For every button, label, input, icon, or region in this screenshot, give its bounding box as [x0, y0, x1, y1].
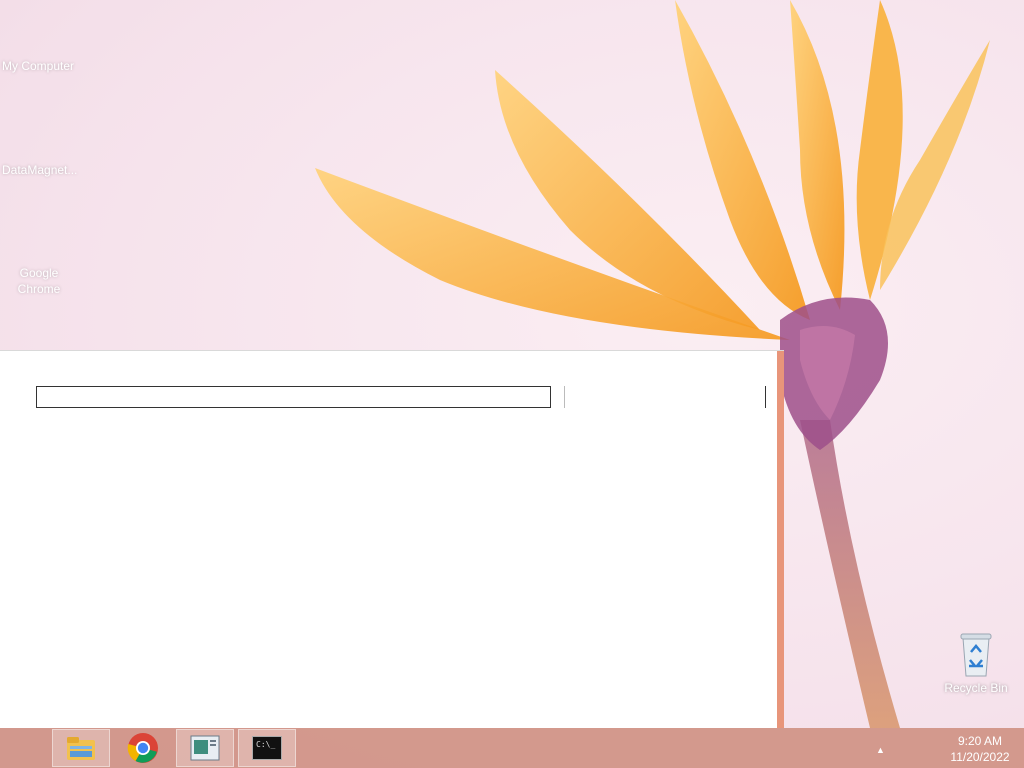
text-input[interactable]: [36, 386, 551, 408]
taskbar-command-prompt[interactable]: C:\_: [238, 729, 296, 767]
recycle-bin-icon: [960, 633, 992, 677]
taskbar-file-explorer[interactable]: [52, 729, 110, 767]
recycle-bin-label: Recycle Bin: [944, 681, 1008, 695]
desktop-icon-google-chrome[interactable]: Google Chrome: [14, 265, 64, 297]
clock-date: 11/20/2022: [950, 750, 1010, 764]
desktop-icon-label: DataMagnet...: [2, 163, 78, 177]
app-window: [0, 350, 784, 728]
app-window-icon: [190, 735, 220, 761]
clock-time: 9:20 AM: [957, 734, 1003, 748]
chrome-icon: [127, 733, 158, 763]
window-frame-edge[interactable]: [777, 351, 784, 728]
taskbar-app-window[interactable]: [176, 729, 234, 767]
desktop-icon-recycle-bin[interactable]: Recycle Bin: [940, 630, 1012, 695]
desktop-icon-label: Google Chrome: [17, 266, 61, 296]
show-hidden-icons-arrow[interactable]: ▲: [876, 745, 885, 755]
desktop-icon-label: My Computer: [2, 59, 75, 73]
cmd-icon: C:\_: [252, 736, 282, 760]
desktop-icon-my-computer[interactable]: My Computer: [2, 58, 74, 74]
desktop: My Computer DataMagnet... Google Chrome …: [0, 0, 1024, 768]
taskbar-clock[interactable]: 9:20 AM 11/20/2022: [940, 733, 1020, 765]
taskbar: C:\_ ▲ 9:20 AM 11/20/2022: [0, 728, 1024, 768]
desktop-icon-datamagnet[interactable]: DataMagnet...: [2, 162, 77, 178]
folder-icon: [67, 737, 95, 760]
side-field[interactable]: [564, 386, 766, 408]
taskbar-google-chrome[interactable]: [114, 729, 172, 767]
cmd-icon-text: C:\_: [256, 740, 276, 749]
